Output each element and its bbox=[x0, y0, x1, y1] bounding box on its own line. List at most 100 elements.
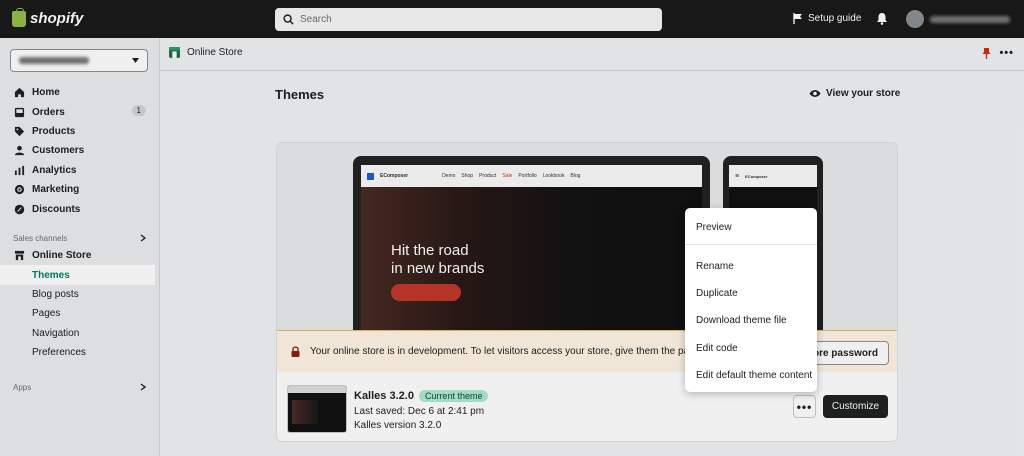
preview-hero-button bbox=[391, 284, 461, 301]
avatar bbox=[906, 10, 924, 28]
preview-nav-link: Sale bbox=[502, 173, 513, 179]
sidebar-item-blog-posts[interactable]: Blog posts bbox=[0, 285, 160, 304]
brand-name: shopify bbox=[30, 10, 84, 27]
breadcrumb-label: Online Store bbox=[187, 47, 243, 58]
menu-divider bbox=[685, 244, 817, 245]
page-title: Themes bbox=[275, 87, 325, 102]
last-saved-text: Last saved: Dec 6 at 2:41 pm bbox=[354, 406, 485, 417]
hero-line-1: Hit the road bbox=[391, 242, 469, 259]
preview-mobile-nav: ≡ EComposer bbox=[729, 165, 817, 187]
sidebar-item-online-store[interactable]: Online Store bbox=[0, 246, 160, 265]
tag-icon bbox=[14, 126, 25, 137]
sidebar-item-discounts[interactable]: Discounts bbox=[0, 199, 160, 218]
sidebar-item-navigation[interactable]: Navigation bbox=[0, 324, 160, 343]
orders-icon bbox=[14, 107, 25, 117]
sidebar-item-label: Marketing bbox=[32, 184, 80, 196]
flag-icon bbox=[793, 13, 802, 24]
caret-down-icon bbox=[132, 58, 139, 63]
home-icon bbox=[14, 88, 25, 98]
sidebar-item-label: Themes bbox=[32, 269, 70, 281]
menu-item-rename[interactable]: Rename bbox=[685, 254, 817, 278]
more-actions-icon[interactable]: ••• bbox=[999, 47, 1014, 59]
theme-version-text: Kalles version 3.2.0 bbox=[354, 420, 442, 431]
preview-hero-text: Hit the road in new brands bbox=[391, 242, 484, 278]
sidebar-item-pages[interactable]: Pages bbox=[0, 304, 160, 323]
desktop-preview: EComposer Demo Shop Product Sale Portfol… bbox=[353, 156, 710, 331]
preview-nav-link: Demo bbox=[442, 173, 456, 179]
customize-button[interactable]: Customize bbox=[823, 395, 888, 418]
sales-channels-label: Sales channels bbox=[13, 233, 68, 243]
preview-hero: Hit the road in new brands bbox=[361, 187, 702, 331]
chevron-right-icon bbox=[140, 383, 146, 391]
menu-item-edit-default-theme-content[interactable]: Edit default theme content bbox=[685, 363, 817, 387]
main-content: Online Store ••• Themes View your store … bbox=[160, 38, 1024, 456]
sidebar-item-products[interactable]: Products bbox=[0, 122, 160, 141]
sidebar-item-label: Online Store bbox=[32, 250, 92, 262]
current-theme-badge: Current theme bbox=[418, 390, 489, 402]
apps-label: Apps bbox=[13, 382, 32, 392]
preview-mobile-brand: EComposer bbox=[745, 173, 768, 179]
sidebar-item-label: Orders bbox=[32, 106, 65, 118]
sidebar-item-preferences[interactable]: Preferences bbox=[0, 343, 160, 362]
ecomposer-logo-icon bbox=[367, 172, 374, 180]
preview-nav-link: Shop bbox=[461, 173, 474, 179]
sidebar-item-orders[interactable]: Orders 1 bbox=[0, 102, 160, 121]
search-placeholder: Search bbox=[300, 14, 332, 25]
header-divider bbox=[160, 70, 1024, 71]
sidebar-item-themes[interactable]: Themes bbox=[0, 265, 155, 285]
menu-item-duplicate[interactable]: Duplicate bbox=[685, 281, 817, 305]
preview-nav-link: Product bbox=[479, 173, 497, 179]
main-nav: Home Orders 1 Products Customers Analyti… bbox=[0, 83, 160, 219]
sidebar-item-label: Navigation bbox=[32, 327, 80, 339]
setup-guide-button[interactable]: Setup guide bbox=[793, 13, 861, 24]
orders-count-badge: 1 bbox=[131, 105, 146, 117]
sidebar-item-label: Preferences bbox=[32, 347, 86, 359]
sidebar-item-label: Blog posts bbox=[32, 288, 79, 300]
development-banner-text: Your online store is in development. To … bbox=[310, 346, 712, 357]
sidebar-item-marketing[interactable]: Marketing bbox=[0, 180, 160, 199]
sidebar-item-label: Products bbox=[32, 125, 76, 137]
view-store-link[interactable]: View your store bbox=[809, 88, 900, 99]
preview-nav-link: Blog bbox=[570, 173, 581, 179]
sidebar-item-home[interactable]: Home bbox=[0, 83, 160, 102]
storefront-icon bbox=[14, 251, 25, 261]
sidebar-item-label: Pages bbox=[32, 308, 61, 320]
discount-icon bbox=[14, 204, 25, 214]
sidebar-item-label: Customers bbox=[32, 145, 85, 157]
search-input[interactable]: Search bbox=[275, 8, 662, 31]
apps-header[interactable]: Apps bbox=[0, 379, 160, 395]
eye-icon bbox=[809, 90, 821, 97]
theme-thumbnail bbox=[287, 385, 347, 433]
sidebar-item-customers[interactable]: Customers bbox=[0, 141, 160, 160]
bell-icon[interactable] bbox=[876, 12, 888, 25]
sidebar-item-label: Discounts bbox=[32, 203, 81, 215]
header-actions: ••• bbox=[982, 47, 1014, 59]
setup-guide-label: Setup guide bbox=[808, 13, 862, 24]
search-icon bbox=[283, 14, 294, 25]
preview-nav-link: Lookbook bbox=[542, 173, 565, 179]
store-name-redacted bbox=[19, 57, 89, 64]
account-menu[interactable] bbox=[906, 10, 1010, 28]
menu-item-download-theme-file[interactable]: Download theme file bbox=[685, 308, 817, 332]
sidebar-item-analytics[interactable]: Analytics bbox=[0, 161, 160, 180]
menu-item-preview[interactable]: Preview bbox=[685, 215, 817, 239]
sidebar-item-label: Home bbox=[32, 87, 60, 99]
theme-actions-button[interactable]: ••• bbox=[793, 395, 816, 418]
theme-name-row: Kalles 3.2.0 Current theme bbox=[354, 390, 489, 402]
sales-channels-section: Sales channels Online Store Themes Blog … bbox=[0, 230, 160, 362]
menu-item-edit-code[interactable]: Edit code bbox=[685, 336, 817, 360]
store-selector[interactable] bbox=[10, 49, 148, 72]
top-bar: shopify Search Setup guide bbox=[0, 0, 1024, 38]
preview-nav-link: Portfolio bbox=[518, 173, 537, 179]
sidebar-item-label: Analytics bbox=[32, 164, 77, 176]
person-icon bbox=[14, 146, 25, 156]
hamburger-icon: ≡ bbox=[735, 172, 740, 180]
lock-icon bbox=[291, 346, 300, 357]
apps-section: Apps bbox=[0, 379, 160, 395]
breadcrumb[interactable]: Online Store bbox=[168, 46, 243, 59]
sales-channels-header[interactable]: Sales channels bbox=[0, 230, 160, 246]
pin-icon[interactable] bbox=[982, 47, 991, 59]
desktop-screen: EComposer Demo Shop Product Sale Portfol… bbox=[361, 165, 702, 331]
preview-brand: EComposer bbox=[380, 173, 409, 179]
shopify-logo[interactable]: shopify bbox=[12, 7, 84, 27]
